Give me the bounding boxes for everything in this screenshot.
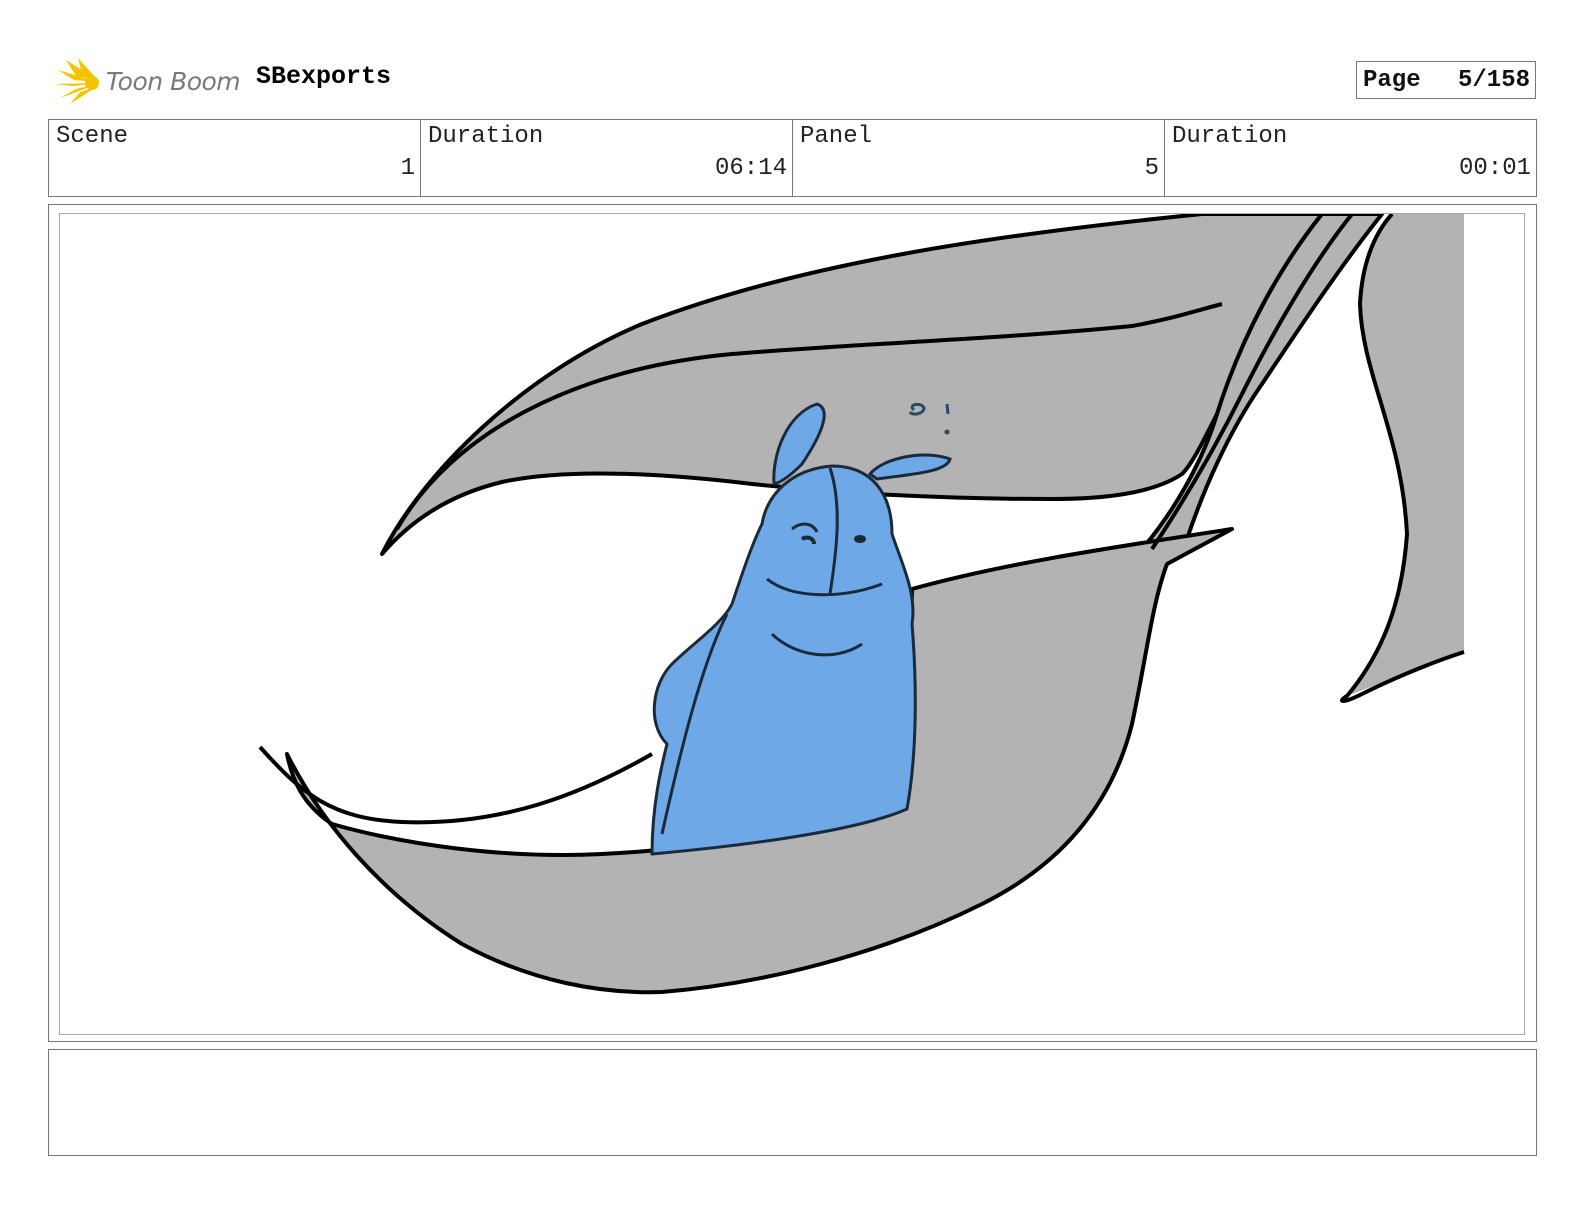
- character-breath-dot: [944, 429, 950, 435]
- panel-info-row: Scene 1 Duration 06:14 Panel 5 Duration …: [48, 119, 1537, 197]
- panel-duration-label: Duration: [1172, 123, 1288, 150]
- scene-cell: Scene 1: [49, 120, 421, 196]
- scene-duration-label: Duration: [428, 123, 544, 150]
- panel-notes-box: [48, 1049, 1537, 1156]
- panel-duration-value: 00:01: [1458, 155, 1531, 182]
- character-eye-right: [854, 535, 866, 543]
- panel-label: Panel: [800, 123, 873, 150]
- scene-duration-cell: Duration 06:14: [421, 120, 793, 196]
- storyboard-drawing-area: [59, 213, 1525, 1035]
- scene-label: Scene: [56, 123, 129, 150]
- scene-duration-value: 06:14: [714, 155, 787, 182]
- toon-boom-logo: Toon Boom: [52, 56, 241, 106]
- scene-value: 1: [400, 155, 415, 182]
- panel-cell: Panel 5: [793, 120, 1165, 196]
- storyboard-sketch: [258, 214, 1465, 995]
- page-indicator: Page 5/158: [1356, 61, 1536, 99]
- page-label: Page: [1363, 66, 1421, 94]
- project-title: SBexports: [256, 62, 392, 91]
- character-body: [650, 464, 917, 856]
- brand-name: Toon Boom: [106, 66, 241, 96]
- right-background-fill: [1347, 214, 1464, 696]
- starburst-icon: [54, 58, 99, 104]
- page-number: 5/158: [1457, 66, 1530, 94]
- panel-value: 5: [1144, 155, 1159, 182]
- storyboard-panel-frame: [48, 204, 1537, 1042]
- panel-duration-cell: Duration 00:01: [1165, 120, 1536, 196]
